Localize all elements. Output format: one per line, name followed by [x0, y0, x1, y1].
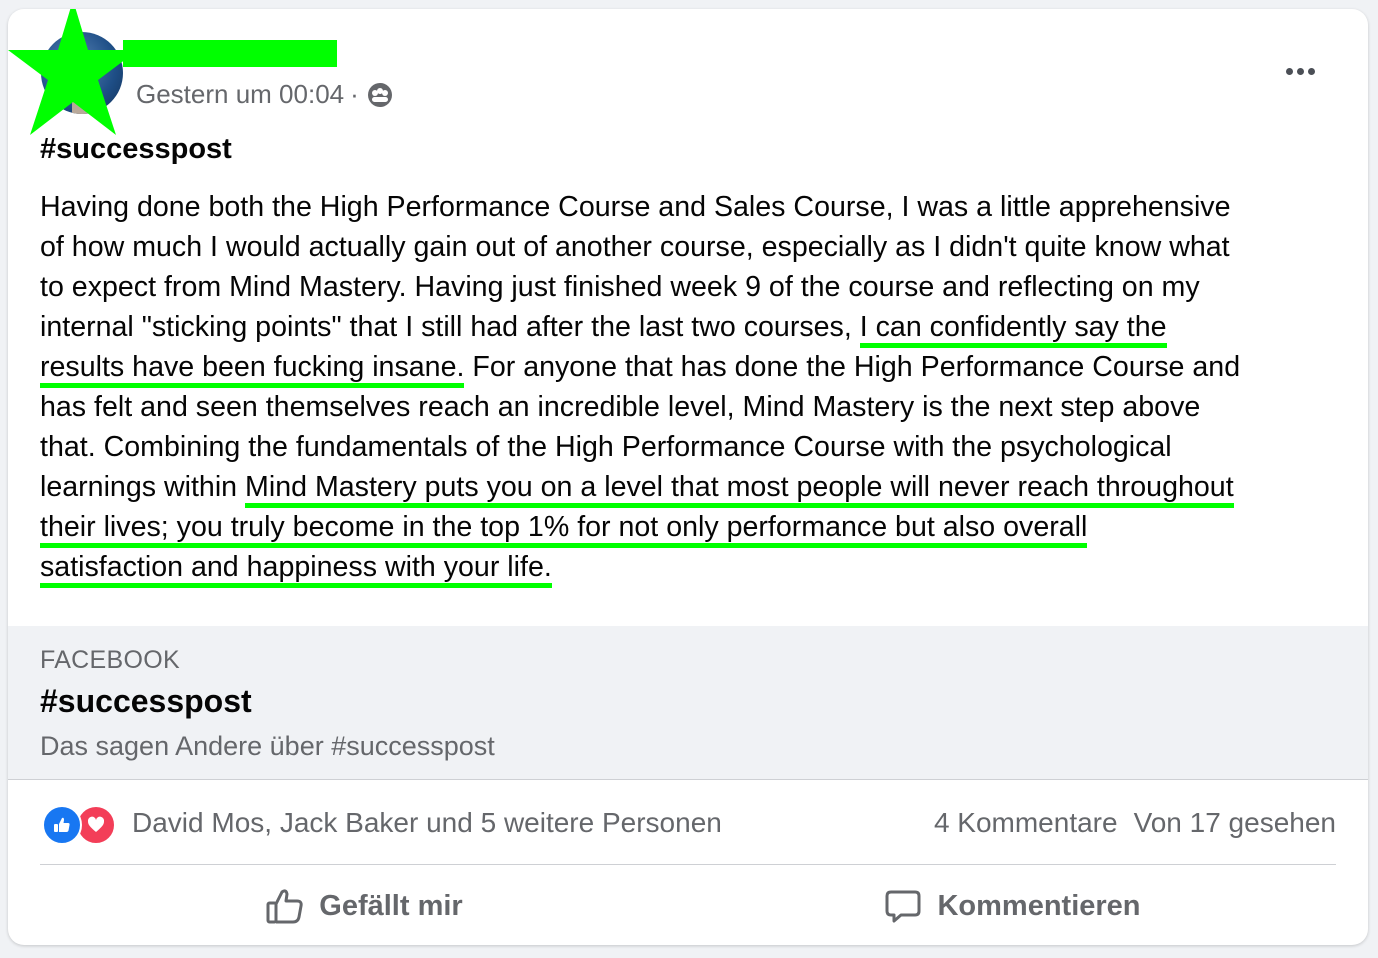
- more-options-button[interactable]: [1270, 47, 1330, 95]
- reaction-names[interactable]: David Mos, Jack Baker und 5 weitere Pers…: [132, 807, 722, 839]
- body-line: results have been fucking insane. For an…: [40, 347, 1340, 388]
- post-card: Gestern um 00:04 · #successpost Having d…: [8, 9, 1368, 945]
- highlighted-text: results have been fucking insane.: [40, 351, 465, 388]
- body-line: of how much I would actually gain out of…: [40, 231, 1230, 263]
- comment-icon: [885, 890, 921, 923]
- body-line: Having done both the High Performance Co…: [40, 191, 1231, 223]
- like-button[interactable]: Gefällt mir: [40, 875, 688, 937]
- link-preview-subtitle: Das sagen Andere über #successpost: [40, 731, 495, 761]
- comment-button[interactable]: Kommentieren: [688, 875, 1336, 937]
- body-text-segment: learnings within: [40, 471, 246, 503]
- body-line: satisfaction and happiness with your lif…: [40, 547, 1340, 588]
- action-bar: Gefällt mir Kommentieren: [40, 875, 1336, 937]
- reaction-summary[interactable]: David Mos, Jack Baker und 5 weitere Pers…: [40, 804, 722, 845]
- divider: [40, 864, 1336, 865]
- post-meta: Gestern um 00:04 ·: [136, 79, 393, 110]
- redaction-star-icon: [8, 9, 138, 135]
- love-icon: [76, 805, 116, 845]
- seen-count[interactable]: Von 17 gesehen: [1134, 807, 1336, 839]
- highlighted-text: Mind Mastery puts you on a level that mo…: [245, 471, 1234, 508]
- reactions-row: David Mos, Jack Baker und 5 weitere Pers…: [40, 803, 1336, 845]
- link-preview[interactable]: FACEBOOK #successpost Das sagen Andere ü…: [8, 626, 1368, 780]
- body-text-segment: internal "sticking points" that I still …: [40, 311, 860, 343]
- body-line: to expect from Mind Mastery. Having just…: [40, 271, 1200, 303]
- meta-separator: ·: [350, 79, 359, 109]
- author-name-redaction: [123, 40, 337, 67]
- group-icon: [367, 82, 392, 107]
- body-text-segment: For anyone that has done the High Perfor…: [464, 351, 1241, 383]
- link-preview-title: #successpost: [40, 683, 252, 719]
- highlighted-text: I can confidently say the: [859, 311, 1167, 348]
- body-line: has felt and seen themselves reach an in…: [40, 391, 1201, 423]
- body-line: that. Combining the fundamentals of the …: [40, 431, 1172, 463]
- like-label: Gefällt mir: [319, 889, 463, 922]
- comment-label: Kommentieren: [937, 889, 1141, 922]
- highlighted-text: satisfaction and happiness with your lif…: [40, 551, 552, 588]
- comment-count[interactable]: 4 Kommentare: [934, 807, 1118, 839]
- link-preview-source: FACEBOOK: [40, 646, 180, 674]
- post-stats: 4 Kommentare Von 17 gesehen: [934, 807, 1336, 839]
- body-line: internal "sticking points" that I still …: [40, 307, 1340, 348]
- post-timestamp[interactable]: Gestern um 00:04: [136, 79, 344, 110]
- like-icon: [42, 805, 82, 845]
- body-line: learnings within Mind Mastery puts you o…: [40, 467, 1340, 508]
- highlighted-text: their lives; you truly become in the top…: [40, 511, 1088, 548]
- post-body: Having done both the High Performance Co…: [40, 187, 1340, 588]
- thumbs-up-icon: [266, 889, 303, 924]
- reaction-icons: [40, 804, 120, 845]
- body-line: their lives; you truly become in the top…: [40, 507, 1340, 548]
- post-hashtag[interactable]: #successpost: [40, 133, 232, 166]
- more-options-icon: [1285, 67, 1315, 75]
